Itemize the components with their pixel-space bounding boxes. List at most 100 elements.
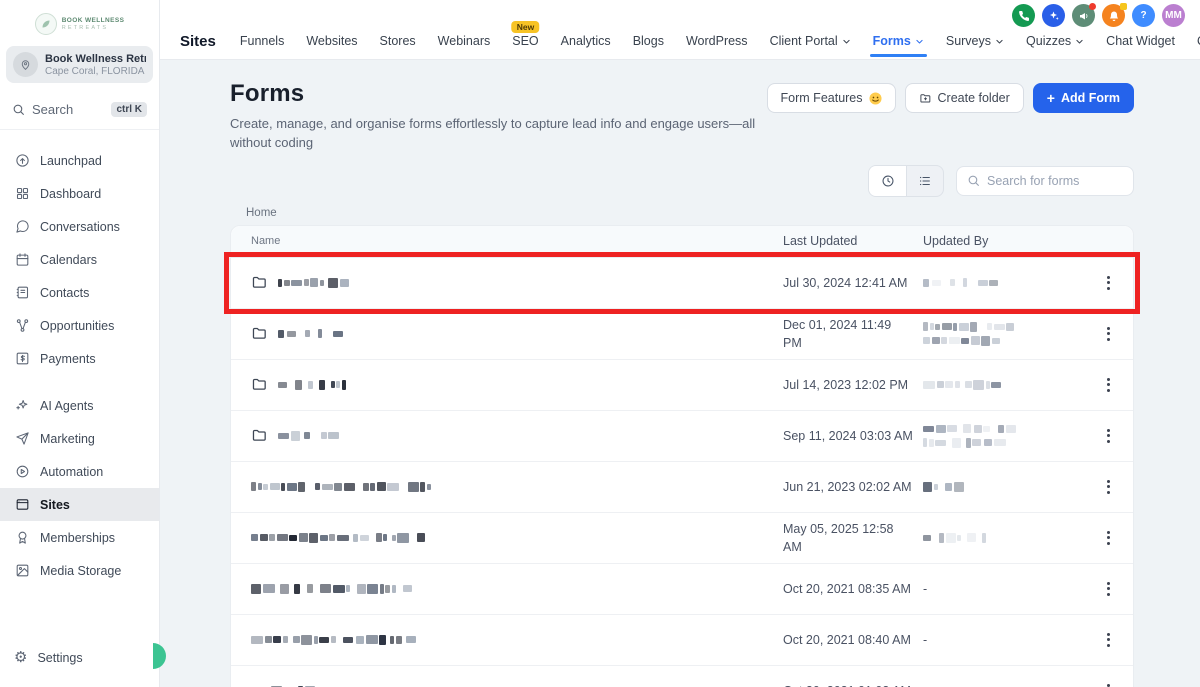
kebab-menu-icon[interactable] [1100, 526, 1117, 550]
redacted-text [923, 337, 930, 345]
list-view-button[interactable] [906, 165, 943, 196]
redacted-text [251, 635, 263, 644]
folder-icon [251, 376, 268, 393]
tab-chat-widget[interactable]: Chat Widget [1106, 34, 1175, 48]
sidebar-search[interactable]: Search ctrl K [0, 93, 159, 130]
forms-search-input[interactable] [987, 173, 1123, 188]
kebab-menu-icon[interactable] [1100, 373, 1117, 397]
tab-quizzes[interactable]: Quizzes [1026, 34, 1084, 48]
add-form-button[interactable]: + Add Form [1032, 83, 1134, 113]
redacted-text [356, 583, 366, 594]
redacted-text [407, 481, 419, 492]
avatar[interactable]: MM [1162, 4, 1185, 27]
tab-blogs[interactable]: Blogs [633, 34, 664, 48]
redacted-text [332, 584, 345, 593]
sidebar-item-opportunities[interactable]: Opportunities [0, 309, 159, 342]
sidebar-item-calendars[interactable]: Calendars [0, 243, 159, 276]
marketing-icon [14, 431, 30, 447]
redacted-text [965, 437, 971, 448]
row-actions-cell [1083, 322, 1133, 346]
tab-webinars[interactable]: Webinars [438, 34, 491, 48]
table-row[interactable]: Jun 21, 2023 02:02 AM [231, 461, 1133, 513]
redacted-text [306, 584, 313, 594]
redacted-text [935, 424, 946, 433]
bell-icon[interactable] [1102, 3, 1127, 27]
help-icon[interactable]: ? [1132, 4, 1155, 27]
top-navigation: Sites Funnels Websites Stores Webinars SEO Ne… [180, 21, 1200, 59]
kebab-menu-icon[interactable] [1100, 679, 1117, 687]
tab-surveys[interactable]: Surveys [946, 34, 1004, 48]
column-name: Name [251, 235, 281, 248]
sidebar-item-contacts[interactable]: Contacts [0, 276, 159, 309]
column-last-updated: Last Updated [783, 234, 858, 249]
table-row[interactable]: Jul 14, 2023 12:02 PM [231, 359, 1133, 411]
sidebar-item-payments[interactable]: Payments [0, 342, 159, 375]
account-switcher[interactable]: Book Wellness Retre... Cape Coral, FLORI… [6, 46, 153, 83]
row-name-cell [251, 532, 783, 543]
notification-badge [1120, 3, 1127, 10]
kebab-menu-icon[interactable] [1100, 475, 1117, 499]
redacted-text [328, 432, 340, 440]
kebab-menu-icon[interactable] [1100, 322, 1117, 346]
sidebar-item-media-storage[interactable]: Media Storage [0, 554, 159, 587]
tab-forms[interactable]: Forms [869, 34, 928, 57]
kebab-menu-icon[interactable] [1100, 424, 1117, 448]
tab-label: Analytics [560, 34, 611, 48]
redacted-text [953, 481, 964, 492]
sidebar-item-ai-agents[interactable]: AI Agents [0, 389, 159, 422]
row-name-cell [251, 325, 783, 342]
table-row[interactable]: Oct 20, 2021 08:40 AM - [231, 614, 1133, 666]
tab-seo[interactable]: SEO New [511, 21, 540, 48]
tab-funnels[interactable]: Funnels [240, 34, 284, 48]
table-row[interactable]: Oct 20, 2021 08:35 AM - [231, 563, 1133, 615]
create-folder-button[interactable]: Create folder [904, 83, 1024, 113]
memberships-icon [14, 530, 30, 546]
tab-analytics[interactable]: Analytics [561, 34, 611, 48]
sidebar-item-sites[interactable]: Sites [0, 488, 159, 521]
redacted-text [289, 534, 297, 541]
recent-view-button[interactable] [869, 165, 906, 196]
kebab-menu-icon[interactable] [1100, 628, 1117, 652]
redacted-text [945, 482, 953, 491]
redacted-text [304, 432, 311, 440]
redacted-name [278, 430, 341, 441]
dashboard-icon [14, 186, 30, 202]
contacts-icon [14, 285, 30, 301]
row-name-cell [251, 274, 783, 291]
sidebar-item-memberships[interactable]: Memberships [0, 521, 159, 554]
redacted-text [991, 381, 1002, 388]
sidebar-item-automation[interactable]: Automation [0, 455, 159, 488]
tab-stores[interactable]: Stores [380, 34, 416, 48]
sidebar-item-label: AI Agents [40, 398, 94, 413]
tab-websites[interactable]: Websites [306, 34, 357, 48]
nav-title-sites[interactable]: Sites [180, 33, 216, 50]
row-actions-cell [1083, 271, 1133, 295]
sidebar-item-launchpad[interactable]: Launchpad [0, 144, 159, 177]
table-row[interactable]: Jul 30, 2024 12:41 AM [224, 251, 1140, 314]
redacted-text [273, 636, 281, 644]
form-features-button[interactable]: Form Features [766, 83, 896, 113]
redacted-text [958, 322, 969, 331]
tab-wordpress[interactable]: WordPress [686, 34, 748, 48]
table-row[interactable]: Sep 11, 2024 03:03 AM [231, 410, 1133, 462]
sidebar-item-conversations[interactable]: Conversations [0, 210, 159, 243]
breadcrumb[interactable]: Home [246, 207, 1134, 219]
redacted-updated-by [923, 481, 1083, 492]
kebab-menu-icon[interactable] [1100, 271, 1117, 295]
tab-client-portal[interactable]: Client Portal [770, 34, 851, 48]
table-row[interactable]: Dec 01, 2024 11:49 PM [231, 308, 1133, 360]
sidebar-item-dashboard[interactable]: Dashboard [0, 177, 159, 210]
redacted-text [991, 337, 1000, 344]
gear-icon: ⚙ [14, 649, 28, 666]
redacted-text [947, 425, 957, 433]
sidebar-item-marketing[interactable]: Marketing [0, 422, 159, 455]
redacted-text [929, 323, 934, 331]
sidebar-item-settings[interactable]: ⚙ Settings [0, 641, 159, 674]
table-row[interactable]: Oct 20, 2021 01:03 AM [231, 665, 1133, 687]
redacted-text [276, 534, 288, 542]
table-row[interactable]: May 05, 2025 12:58 AM [231, 512, 1133, 564]
kebab-menu-icon[interactable] [1100, 577, 1117, 601]
row-actions-cell [1083, 679, 1133, 687]
redacted-text [282, 636, 288, 644]
view-toggle [868, 164, 944, 197]
